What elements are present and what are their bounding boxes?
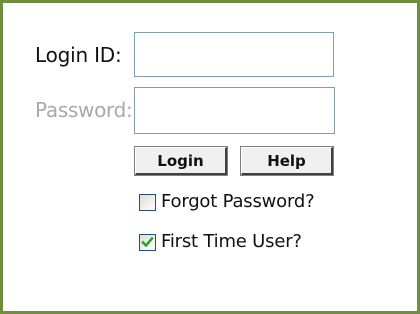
first-time-user-checkbox[interactable] bbox=[139, 233, 156, 251]
first-time-user-label[interactable]: First Time User? bbox=[161, 231, 302, 253]
login-id-label: Login ID: bbox=[35, 43, 122, 67]
forgot-password-option[interactable]: Forgot Password? bbox=[139, 191, 315, 213]
first-time-user-option[interactable]: First Time User? bbox=[139, 231, 302, 253]
password-input[interactable] bbox=[134, 87, 335, 134]
forgot-password-label[interactable]: Forgot Password? bbox=[161, 191, 315, 213]
login-panel: Login ID: Password: Login Help Forgot Pa… bbox=[0, 0, 420, 314]
help-button[interactable]: Help bbox=[240, 146, 334, 176]
forgot-password-checkbox[interactable] bbox=[139, 193, 156, 211]
password-label: Password: bbox=[35, 98, 133, 122]
login-id-input[interactable] bbox=[134, 32, 334, 77]
login-button[interactable]: Login bbox=[134, 146, 228, 176]
checkmark-icon bbox=[141, 236, 154, 247]
